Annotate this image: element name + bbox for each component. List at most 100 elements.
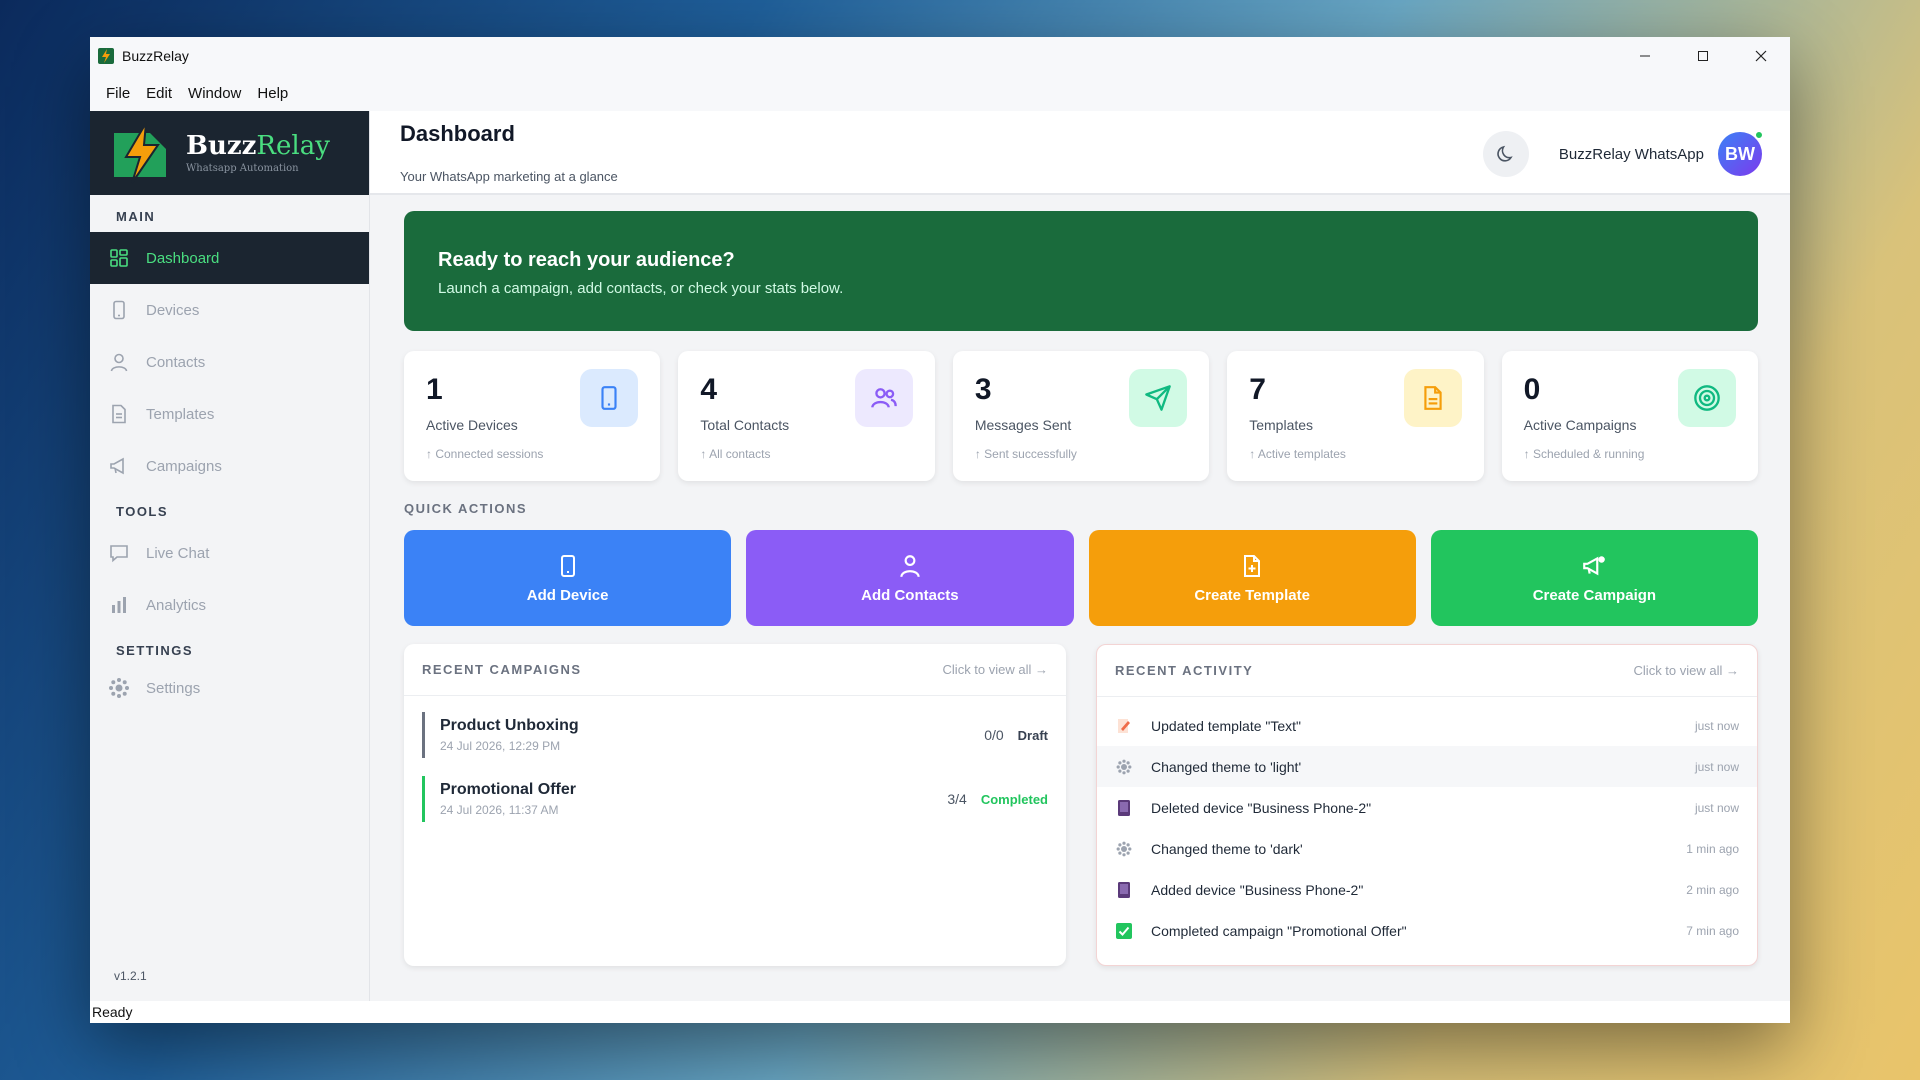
maximize-icon [1698,51,1708,61]
section-label-main: MAIN [116,209,156,224]
view-all-activity-link[interactable]: Click to view all → [1634,663,1739,678]
document-icon [1403,369,1462,427]
activity-text: Updated template "Text" [1151,717,1302,734]
list-item: Completed campaign "Promotional Offer" 7… [1097,910,1757,951]
close-icon [1755,50,1767,62]
campaign-count: 0/0 [984,727,1004,743]
brand-header: BuzzRelay Whatsapp Automation [90,111,369,195]
file-plus-icon [1244,554,1261,577]
maximize-button[interactable] [1674,37,1732,75]
activity-time: just now [1694,759,1739,774]
stat-card-templates[interactable]: 7 Templates ↑ Active templates [1227,351,1484,481]
edit-document-icon [1115,717,1133,735]
status-bar: Ready [90,1001,1790,1023]
create-campaign-button[interactable]: Create Campaign [1430,530,1758,626]
status-badge: Completed [980,791,1048,807]
stat-card-active-devices[interactable]: 1 Active Devices ↑ Connected sessions [404,351,661,481]
list-item: Updated template "Text" just now [1097,705,1757,746]
menu-window[interactable]: Window [180,85,249,102]
sidebar-item-label: Settings [146,679,201,697]
campaign-name: Promotional Offer [440,781,577,798]
activity-time: 1 min ago [1686,841,1739,856]
campaign-date: 24 Jul 2026, 12:29 PM [440,739,561,753]
status-text: Ready [92,1004,133,1020]
list-item: Changed theme to 'dark' 1 min ago [1097,828,1757,869]
campaign-date: 24 Jul 2026, 11:37 AM [440,803,559,817]
bar-chart-icon [108,594,130,616]
users-icon [854,369,913,427]
activity-text: Deleted device "Business Phone-2" [1151,799,1372,816]
sidebar-item-settings[interactable]: Settings [90,662,369,714]
sidebar-item-templates[interactable]: Templates [90,388,369,440]
sidebar: BuzzRelay Whatsapp Automation MAIN Dashb… [90,111,370,1001]
stat-card-total-contacts[interactable]: 4 Total Contacts ↑ All contacts [678,351,935,481]
sidebar-item-dashboard[interactable]: Dashboard [90,232,369,284]
minimize-icon [1640,55,1650,57]
sidebar-item-contacts[interactable]: Contacts [90,336,369,388]
user-icon [108,351,130,373]
sidebar-item-devices[interactable]: Devices [90,284,369,336]
gear-icon [1115,840,1133,858]
stat-subtext: ↑ Scheduled & running [1523,447,1645,461]
phone-icon [580,369,639,427]
stat-card-messages-sent[interactable]: 3 Messages Sent ↑ Sent successfully [952,351,1210,481]
online-status-indicator [1754,130,1764,140]
button-label: Add Device [526,586,609,604]
stat-subtext: ↑ Sent successfully [974,447,1077,461]
sidebar-item-live-chat[interactable]: Live Chat [90,527,369,579]
page-header: Dashboard Your WhatsApp marketing at a g… [370,111,1790,195]
app-window: BuzzRelay File Edit Window Help BuzzRela [90,37,1790,1023]
button-label: Create Campaign [1532,586,1657,604]
activity-time: 7 min ago [1686,923,1739,938]
add-contacts-button[interactable]: Add Contacts [746,530,1074,626]
sidebar-item-label: Campaigns [146,457,222,475]
close-button[interactable] [1732,37,1790,75]
avatar[interactable]: BW [1718,130,1764,176]
list-item[interactable]: Product Unboxing 24 Jul 2026, 12:29 PM 0… [422,712,1048,758]
panel-title: RECENT ACTIVITY [1115,663,1254,678]
recent-campaigns-panel: RECENT CAMPAIGNS Click to view all → Pro… [404,644,1066,966]
page-subtitle: Your WhatsApp marketing at a glance [400,169,618,184]
sidebar-item-analytics[interactable]: Analytics [90,579,369,631]
brand-logo-icon [114,122,166,184]
document-icon [108,403,130,425]
banner-subtitle: Launch a campaign, add contacts, or chec… [438,280,844,297]
brand-subtitle: Whatsapp Automation [186,162,299,174]
panel-title: RECENT CAMPAIGNS [422,662,582,677]
menu-edit[interactable]: Edit [138,85,180,102]
quick-actions-label: QUICK ACTIONS [404,501,528,516]
view-all-campaigns-link[interactable]: Click to view all → [943,662,1048,677]
gear-icon [1115,758,1133,776]
dashboard-icon [108,247,130,269]
stats-row: 1 Active Devices ↑ Connected sessions 4 … [404,351,1759,481]
activity-text: Changed theme to 'light' [1151,758,1302,775]
app-logo-icon [98,48,114,64]
create-template-button[interactable]: Create Template [1088,530,1416,626]
sidebar-item-label: Contacts [146,353,206,371]
recent-activity-panel: RECENT ACTIVITY Click to view all → Upda… [1096,644,1758,966]
add-device-button[interactable]: Add Device [404,530,732,626]
brand-name: BuzzRelay [186,130,330,161]
app-version: v1.2.1 [114,969,147,983]
user-name: BuzzRelay WhatsApp [1558,145,1704,163]
target-icon [1678,369,1737,427]
menu-file[interactable]: File [98,85,138,102]
stat-card-active-campaigns[interactable]: 0 Active Campaigns ↑ Scheduled & running [1501,351,1759,481]
theme-toggle-button[interactable] [1482,131,1529,177]
status-badge: Draft [1017,727,1048,743]
moon-icon [1497,145,1513,162]
menu-help[interactable]: Help [249,85,296,102]
section-label-settings: SETTINGS [116,643,194,658]
gear-icon [108,677,130,699]
sidebar-item-campaigns[interactable]: Campaigns [90,440,369,492]
title-bar: BuzzRelay [90,37,1790,75]
section-label-tools: TOOLS [116,504,169,519]
stat-subtext: ↑ Connected sessions [426,447,544,461]
phone-icon [560,554,575,577]
minimize-button[interactable] [1616,37,1674,75]
list-item[interactable]: Promotional Offer 24 Jul 2026, 11:37 AM … [422,776,1048,822]
user-icon [900,554,920,577]
stat-subtext: ↑ All contacts [700,447,771,461]
sidebar-item-label: Analytics [146,596,207,614]
activity-time: 2 min ago [1686,882,1739,897]
